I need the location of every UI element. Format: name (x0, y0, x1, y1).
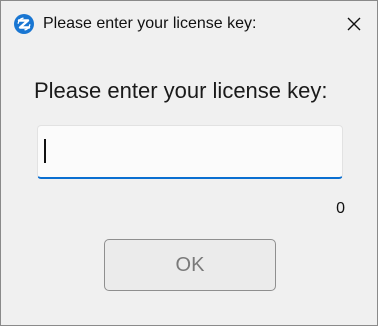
close-icon (347, 17, 361, 31)
license-key-input[interactable] (37, 125, 343, 179)
app-logo-icon (14, 14, 34, 34)
close-button[interactable] (331, 1, 377, 46)
ok-button[interactable]: OK (104, 239, 276, 291)
text-caret (44, 139, 46, 163)
character-count: 0 (336, 200, 345, 217)
window-title: Please enter your license key: (43, 15, 257, 32)
title-bar[interactable]: Please enter your license key: (1, 1, 377, 46)
license-dialog-window: Please enter your license key: Please en… (0, 0, 378, 326)
prompt-label: Please enter your license key: (34, 78, 328, 103)
